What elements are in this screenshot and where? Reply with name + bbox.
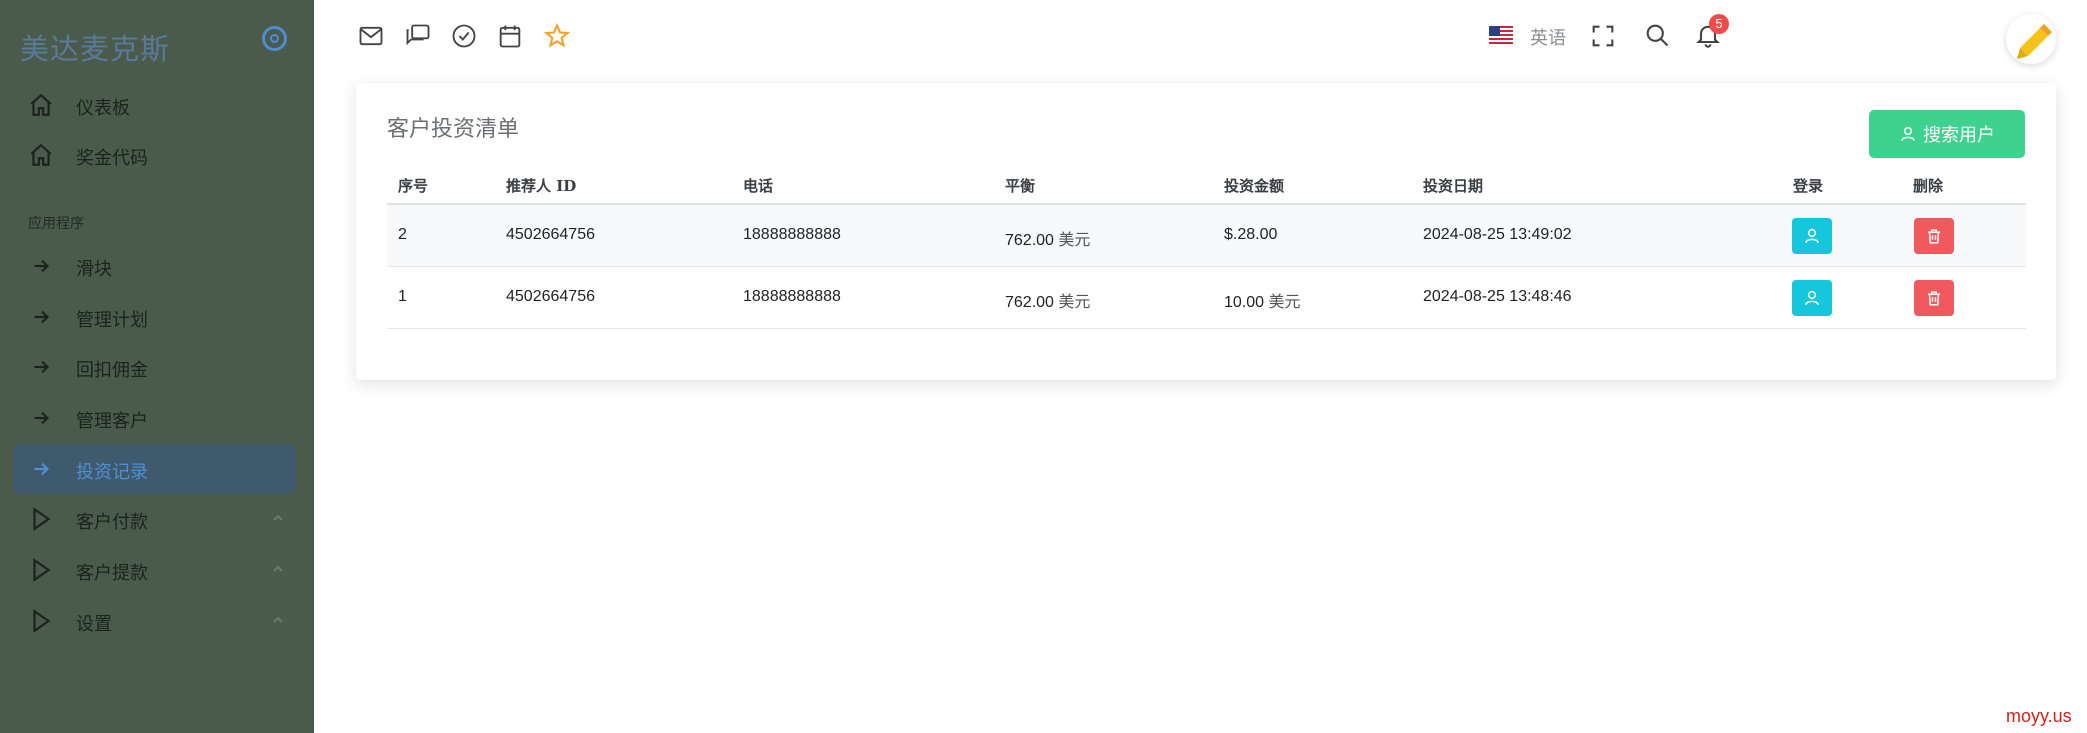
sidebar-section-title: 应用程序: [28, 216, 84, 232]
sidebar-item-label: 投资记录: [76, 462, 148, 483]
sidebar-item-manage-plans[interactable]: 管理计划: [13, 292, 296, 342]
cell-referrer-id: 4502664756: [506, 288, 595, 305]
avatar[interactable]: [2006, 14, 2056, 64]
column-header-balance: 平衡: [1005, 177, 1036, 195]
home-icon: [30, 93, 52, 116]
fullscreen-icon[interactable]: [1589, 22, 1617, 50]
balance-unit: 美元: [1058, 292, 1091, 311]
arrow-right-icon: [34, 462, 50, 476]
sidebar-item-label: 管理计划: [76, 310, 148, 331]
login-as-user-button[interactable]: [1792, 218, 1832, 254]
sidebar-item-investment-records[interactable]: 投资记录: [13, 444, 296, 494]
sidebar-item-customer-payments[interactable]: 客户付款: [13, 494, 296, 544]
cell-amount: $.28.00: [1224, 226, 1277, 244]
sidebar-item-label: 奖金代码: [76, 148, 148, 169]
sidebar-item-label: 管理客户: [76, 411, 148, 432]
watermark: moyy.us: [2006, 706, 2072, 726]
user-icon: [1805, 228, 1819, 243]
star-icon[interactable]: [543, 22, 571, 50]
column-header-no: 序号: [398, 177, 429, 195]
play-icon: [33, 507, 51, 531]
investment-list-card: 客户投资清单 搜索用户 序号 推荐人 ID 电话 平衡 投资金额 投资日期 登录…: [356, 83, 2056, 380]
cell-no: 1: [398, 288, 407, 305]
play-icon: [33, 558, 51, 582]
chevron-up-icon: [273, 565, 283, 572]
arrow-right-icon: [34, 310, 50, 324]
chevron-up-icon: [273, 616, 283, 623]
column-header-phone: 电话: [743, 177, 774, 195]
language-selector[interactable]: 英语: [1530, 24, 1566, 50]
user-icon: [1805, 290, 1819, 305]
brand-logo-text: 美达麦克斯: [20, 32, 171, 66]
us-flag-icon[interactable]: [1489, 26, 1513, 44]
sidebar-item-label: 滑块: [76, 259, 112, 280]
sidebar-item-label: 客户提款: [76, 563, 148, 584]
user-icon: [1901, 126, 1915, 141]
pencil-avatar-icon: [2017, 24, 2052, 59]
trash-icon: [1928, 229, 1940, 244]
arrow-right-icon: [34, 360, 50, 374]
sidebar-item-label: 客户付款: [76, 512, 148, 533]
trash-icon: [1928, 291, 1940, 306]
sidebar-item-settings[interactable]: 设置: [13, 596, 296, 646]
cell-no: 2: [398, 226, 407, 243]
arrow-right-icon: [34, 259, 50, 273]
sidebar-item-slider[interactable]: 滑块: [13, 241, 296, 291]
search-user-button-label: 搜索用户: [1923, 125, 1995, 146]
play-icon: [33, 609, 51, 633]
sidebar-item-label: 设置: [76, 614, 112, 635]
column-header-date: 投资日期: [1423, 177, 1484, 195]
sidebar-item-manage-customers[interactable]: 管理客户: [13, 393, 296, 443]
calendar-icon[interactable]: [496, 22, 524, 50]
notification-count-badge: 5: [1709, 14, 1729, 34]
column-header-login: 登录: [1793, 177, 1824, 195]
balance-value: 762.00: [1005, 232, 1054, 249]
sidebar-item-bonus-code[interactable]: 奖金代码: [13, 130, 296, 180]
column-header-delete: 删除: [1913, 177, 1944, 195]
cell-balance: 762.00 美元: [1005, 288, 1090, 312]
search-user-button[interactable]: 搜索用户: [1869, 110, 2025, 158]
sidebar: 美达麦克斯 仪表板 奖金代码 应用程序 滑块 管理计划 回扣佣金 管理客户 投资…: [0, 0, 314, 733]
cell-phone: 18888888888: [743, 226, 841, 243]
column-header-amount: 投资金额: [1224, 177, 1285, 195]
balance-unit: 美元: [1058, 230, 1091, 249]
amount-value: 10.00: [1224, 294, 1265, 311]
cell-balance: 762.00 美元: [1005, 226, 1090, 250]
table-row: 2 4502664756 18888888888 762.00 美元 $.28.…: [387, 205, 2026, 267]
column-header-referrer-id: 推荐人 ID: [506, 177, 577, 195]
amount-value: $.28.00: [1224, 226, 1278, 243]
sidebar-toggle-icon[interactable]: [262, 26, 287, 51]
cell-amount: 10.00 美元: [1224, 288, 1301, 312]
sidebar-item-dashboard[interactable]: 仪表板: [13, 80, 296, 130]
arrow-right-icon: [34, 411, 50, 425]
home-icon: [30, 143, 52, 166]
chevron-up-icon: [273, 514, 283, 521]
sidebar-item-customer-withdrawals[interactable]: 客户提款: [13, 545, 296, 595]
table-row: 1 4502664756 18888888888 762.00 美元 10.00…: [387, 267, 2026, 329]
cell-date: 2024-08-25 13:49:02: [1423, 226, 1572, 243]
page-title: 客户投资清单: [387, 117, 520, 142]
login-as-user-button[interactable]: [1792, 280, 1832, 316]
cell-date: 2024-08-25 13:48:46: [1423, 288, 1572, 305]
mail-icon[interactable]: [357, 22, 385, 50]
search-icon[interactable]: [1643, 21, 1671, 49]
cell-referrer-id: 4502664756: [506, 226, 595, 243]
sidebar-item-rebate-commission[interactable]: 回扣佣金: [13, 342, 296, 392]
delete-row-button[interactable]: [1914, 280, 1954, 316]
delete-row-button[interactable]: [1914, 218, 1954, 254]
sidebar-item-label: 仪表板: [76, 98, 130, 119]
amount-unit: 美元: [1268, 292, 1301, 311]
check-circle-icon[interactable]: [450, 22, 478, 50]
cell-phone: 18888888888: [743, 288, 841, 305]
balance-value: 762.00: [1005, 294, 1054, 311]
chat-icon[interactable]: [404, 22, 432, 50]
sidebar-item-label: 回扣佣金: [76, 360, 148, 381]
